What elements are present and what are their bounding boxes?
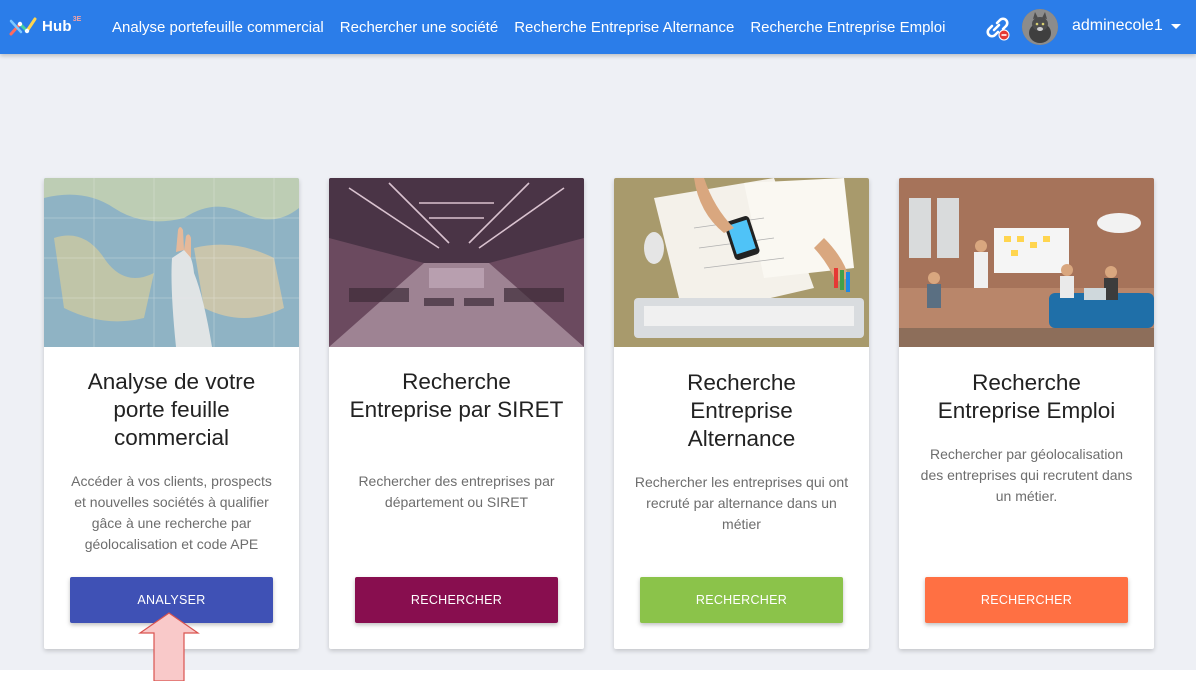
rechercher-emploi-button[interactable]: RECHERCHER	[925, 577, 1128, 623]
card-image-desk	[614, 178, 869, 347]
up-arrow-annotation	[138, 612, 200, 681]
user-name[interactable]: adminecole1	[1072, 17, 1163, 35]
brand[interactable]: Hub 3E	[8, 12, 81, 40]
card-title: Recherche Entreprise par SIRET	[349, 369, 564, 422]
hub-logo-icon	[9, 17, 37, 36]
link-disconnected-icon[interactable]	[982, 14, 1012, 42]
card-recherche-emploi: Recherche Entreprise Emploi Rechercher p…	[899, 178, 1154, 649]
nav-link-recherche-alternance[interactable]: Recherche Entreprise Alternance	[506, 19, 742, 36]
card-description: Accéder à vos clients, prospects et nouv…	[71, 473, 272, 552]
card-description: Rechercher les entreprises qui ont recru…	[634, 474, 849, 532]
card-title: Recherche Entreprise Emploi	[937, 370, 1116, 423]
nav-link-recherche-emploi[interactable]: Recherche Entreprise Emploi	[742, 19, 953, 36]
nav-link-rechercher-societe[interactable]: Rechercher une société	[332, 19, 506, 36]
brand-superscript: 3E	[72, 15, 82, 23]
nav-links: Analyse portefeuille commercial Recherch…	[104, 0, 953, 54]
rechercher-siret-button[interactable]: RECHERCHER	[355, 577, 558, 623]
card-image-meeting	[899, 178, 1154, 347]
card-analyse-portefeuille: Analyse de votre porte feuille commercia…	[44, 178, 299, 649]
caret-down-icon[interactable]	[1171, 24, 1181, 29]
card-description: Rechercher par géolocalisation des entre…	[920, 446, 1133, 504]
user-avatar[interactable]	[1022, 9, 1058, 45]
card-image-office	[329, 178, 584, 347]
card-recherche-alternance: Recherche Entreprise Alternance Recherch…	[614, 178, 869, 649]
card-image-world-map	[44, 178, 299, 347]
rechercher-alternance-button[interactable]: RECHERCHER	[640, 577, 843, 623]
nav-link-analyse-portefeuille[interactable]: Analyse portefeuille commercial	[104, 19, 332, 36]
top-navbar: Hub 3E Analyse portefeuille commercial R…	[0, 0, 1196, 54]
card-title: Recherche Entreprise Alternance	[687, 370, 796, 451]
card-description: Rechercher des entreprises par départeme…	[358, 473, 555, 510]
brand-name: Hub	[42, 17, 72, 35]
card-title: Analyse de votre porte feuille commercia…	[87, 369, 256, 450]
card-recherche-siret: Recherche Entreprise par SIRET Recherche…	[329, 178, 584, 649]
